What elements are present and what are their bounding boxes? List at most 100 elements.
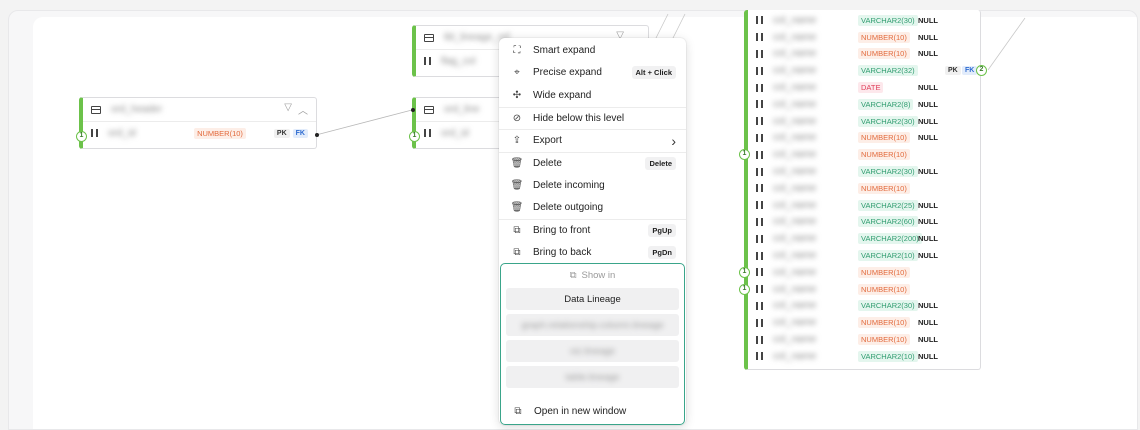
column-row[interactable]: col_name VARCHAR2(32) PK FK <box>748 62 980 79</box>
column-row[interactable]: col_name VARCHAR2(60) NULL <box>748 214 980 231</box>
column-type: NUMBER(10) <box>858 48 910 60</box>
shortcut-badge: Delete <box>645 156 676 170</box>
nullable-label: NULL <box>918 251 938 261</box>
column-row[interactable]: ord_id NUMBER(10) PK FK <box>83 122 316 144</box>
menu-item-delete-outgoing[interactable]: 🗑 Delete outgoing <box>499 197 686 220</box>
column-type: NUMBER(10) <box>858 283 910 295</box>
column-row[interactable]: col_name DATE NULL <box>748 79 980 96</box>
show-in-option-redacted[interactable]: table.lineage <box>506 366 679 388</box>
fk-badge: FK <box>292 128 308 138</box>
column-row[interactable]: col_name VARCHAR2(200) NULL <box>748 230 980 247</box>
column-name-redacted: ord_id <box>108 127 136 139</box>
column-icon <box>756 150 763 159</box>
table-node-mid-bottom[interactable]: ord_line ord_id <box>412 97 512 149</box>
column-row[interactable]: col_name VARCHAR2(10) NULL <box>748 348 980 365</box>
column-row[interactable]: col_name NUMBER(10) NULL <box>748 314 980 331</box>
menu-item-precise-expand[interactable]: ⌖ Precise expand Alt + Click <box>499 62 686 85</box>
menu-item-label: Export <box>533 135 562 147</box>
column-row[interactable]: col_name NUMBER(10) NULL <box>748 46 980 63</box>
connection-point <box>411 108 415 112</box>
incoming-port[interactable]: 1 <box>739 283 750 295</box>
column-icon <box>756 268 763 277</box>
bring-front-icon: ⧉ <box>513 225 521 237</box>
show-in-option-redacted[interactable]: viz.lineage <box>506 340 679 362</box>
column-type: VARCHAR2(30) <box>858 14 918 26</box>
column-name-redacted: col_name <box>773 233 817 245</box>
incoming-port[interactable]: 1 <box>76 131 87 142</box>
column-name-redacted: col_name <box>773 48 817 60</box>
column-icon <box>756 251 763 260</box>
column-row[interactable]: col_name VARCHAR2(10) NULL <box>748 247 980 264</box>
show-in-option-redacted[interactable]: graph.relationship.column.lineage <box>506 314 679 336</box>
menu-item-bring-to-front[interactable]: ⧉ Bring to front PgUp <box>499 219 686 242</box>
column-icon <box>424 129 431 137</box>
column-name-redacted: col_name <box>773 199 817 211</box>
nullable-label: NULL <box>918 335 938 345</box>
column-row[interactable]: col_name VARCHAR2(8) NULL <box>748 96 980 113</box>
column-type: VARCHAR2(8) <box>858 98 914 110</box>
column-row[interactable]: col_name NUMBER(10) <box>748 180 980 197</box>
wide-expand-icon: ✣ <box>512 89 522 101</box>
nullable-label: NULL <box>918 15 938 25</box>
column-icon <box>756 16 763 25</box>
column-type: NUMBER(10) <box>858 266 910 278</box>
incoming-port[interactable]: 1 <box>409 131 420 142</box>
open-new-window-item[interactable]: ⧉ Open in new window <box>501 400 684 422</box>
column-icon <box>756 167 763 176</box>
column-row[interactable]: col_name NUMBER(10) <box>748 146 980 163</box>
column-type: NUMBER(10) <box>858 149 910 161</box>
column-name-redacted: col_name <box>773 14 817 26</box>
nullable-label: NULL <box>918 49 938 59</box>
menu-item-smart-expand[interactable]: ⛶ Smart expand <box>499 39 686 62</box>
menu-item-hide-below-this-level[interactable]: ⊘ Hide below this level <box>499 106 686 130</box>
column-row[interactable]: col_name NUMBER(10) NULL <box>748 130 980 147</box>
menu-item-label: Bring to back <box>533 247 592 259</box>
column-row[interactable]: col_name NUMBER(10) NULL <box>748 29 980 46</box>
table-node-left[interactable]: ord_header ▽ ︿ ord_id NUMBER(10) PK FK <box>79 97 317 149</box>
incoming-port[interactable]: 1 <box>739 266 750 278</box>
column-type: VARCHAR2(32) <box>858 65 918 77</box>
column-name-redacted: col_name <box>773 283 817 295</box>
column-row[interactable]: col_name VARCHAR2(30) NULL <box>748 163 980 180</box>
node-header[interactable]: ord_line <box>416 98 511 122</box>
column-row[interactable]: col_name VARCHAR2(30) NULL <box>748 113 980 130</box>
shortcut-badge: PgDn <box>648 246 676 260</box>
outgoing-port[interactable] <box>315 133 319 137</box>
chevron-right-icon: › <box>671 132 676 149</box>
menu-item-wide-expand[interactable]: ✣ Wide expand <box>499 84 686 107</box>
column-row[interactable]: ord_id <box>416 122 511 144</box>
column-name-redacted: col_name <box>773 166 817 178</box>
nullable-label: NULL <box>918 32 938 42</box>
column-icon <box>756 133 763 142</box>
table-icon <box>91 105 101 114</box>
show-in-data-lineage[interactable]: Data Lineage <box>506 288 679 310</box>
menu-item-export[interactable]: ⇪ Export › <box>499 129 686 152</box>
menu-item-bring-to-back[interactable]: ⧉ Bring to back PgDn <box>499 242 686 265</box>
column-row[interactable]: col_name VARCHAR2(30) NULL <box>748 298 980 315</box>
column-icon <box>756 49 763 58</box>
menu-item-delete-incoming[interactable]: 🗑 Delete incoming <box>499 174 686 197</box>
column-icon <box>756 335 763 344</box>
nullable-label: NULL <box>918 217 938 227</box>
menu-item-delete[interactable]: 🗑 Delete Delete <box>499 151 686 175</box>
menu-item-label: Bring to front <box>533 225 591 237</box>
trash-icon: 🗑 <box>510 179 524 191</box>
column-row[interactable]: col_name VARCHAR2(25) NULL <box>748 197 980 214</box>
menu-item-label: Delete incoming <box>533 179 605 191</box>
node-header[interactable]: ord_header ▽ ︿ <box>83 98 316 122</box>
menu-item-label: Wide expand <box>533 89 592 101</box>
menu-item-label: Delete <box>533 157 562 169</box>
collapse-icon[interactable]: ︿ <box>298 102 308 117</box>
column-row[interactable]: col_name NUMBER(10) NULL <box>748 331 980 348</box>
column-row[interactable]: col_name NUMBER(10) <box>748 264 980 281</box>
column-name-redacted: col_name <box>773 216 817 228</box>
column-icon <box>756 217 763 226</box>
column-row[interactable]: col_name VARCHAR2(30) NULL <box>748 12 980 29</box>
column-row[interactable]: col_name NUMBER(10) <box>748 281 980 298</box>
column-type: DATE <box>858 82 884 94</box>
table-node-right[interactable]: col_name VARCHAR2(30) NULL col_name NUMBER(1… <box>744 10 981 370</box>
column-name-redacted: col_name <box>773 350 817 362</box>
filter-icon[interactable]: ▽ <box>284 102 292 117</box>
column-type: VARCHAR2(10) <box>858 350 918 362</box>
table-icon <box>424 105 434 114</box>
